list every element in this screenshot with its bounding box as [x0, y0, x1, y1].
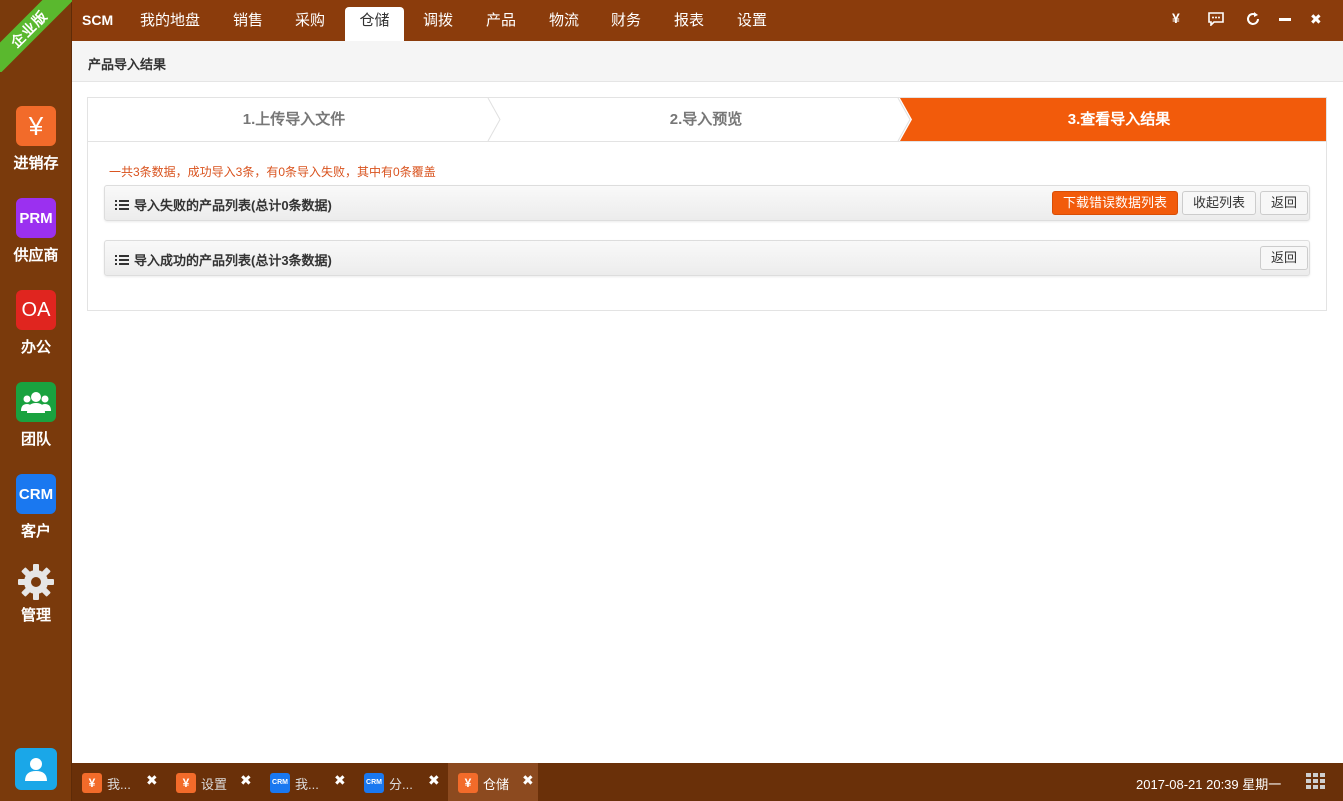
back-button[interactable]: 返回 [1260, 191, 1309, 215]
task-tab[interactable]: CRM 我... ✖ [260, 763, 350, 801]
yen-icon: ¥ [82, 773, 102, 793]
sidebar-item-customer[interactable]: CRM 客户 [0, 474, 72, 541]
gear-icon [16, 562, 56, 602]
sidebar-item-office[interactable]: OA 办公 [0, 290, 72, 357]
tab-finance[interactable]: 财务 [598, 7, 654, 41]
collapse-list-button[interactable]: 收起列表 [1182, 191, 1257, 215]
prm-icon: PRM [16, 198, 56, 238]
sidebar-item-label: 供应商 [13, 247, 59, 264]
tab-warehouse[interactable]: 仓储 [345, 7, 404, 41]
task-label: 分... [389, 777, 413, 792]
oa-icon: OA [16, 290, 56, 330]
back-button[interactable]: 返回 [1260, 246, 1309, 270]
sidebar-item-label: 团队 [20, 431, 51, 448]
yen-icon: ¥ [458, 773, 478, 793]
edition-badge: 企业版 [0, 0, 72, 72]
tab-product[interactable]: 产品 [473, 7, 529, 41]
step-preview: 2.导入预览 [669, 111, 743, 128]
success-panel-label: 导入成功的产品列表(总计3条数据) [134, 253, 332, 268]
task-tab[interactable]: ¥ 设置 ✖ [166, 763, 256, 801]
breadcrumb: 产品导入结果 [72, 41, 1343, 82]
tab-sales[interactable]: 销售 [220, 7, 276, 41]
crm-icon: CRM [270, 773, 290, 793]
tab-reports[interactable]: 报表 [661, 7, 717, 41]
tab-my-desk[interactable]: 我的地盘 [132, 7, 208, 41]
import-summary: 一共3条数据，成功导入3条，有0条导入失败，其中有0条覆盖 [109, 165, 436, 179]
task-label: 我... [295, 777, 319, 792]
top-nav-bar: SCM 我的地盘 销售 采购 仓储 调拨 产品 物流 财务 报表 设置 ¥ ✖ [72, 0, 1343, 41]
crm-icon: CRM [364, 773, 384, 793]
success-panel-title[interactable]: 导入成功的产品列表(总计3条数据) [115, 250, 332, 269]
success-products-panel: 导入成功的产品列表(总计3条数据) 返回 [104, 240, 1310, 276]
main-content: 1.上传导入文件 2.导入预览 3.查看导入结果 一共3条数据，成功导入3条，有… [72, 82, 1343, 763]
yen-icon[interactable]: ¥ [1172, 10, 1180, 26]
edition-ribbon: 企业版 [0, 0, 72, 72]
sidebar-item-label: 进销存 [13, 155, 59, 172]
minimize-icon[interactable] [1279, 18, 1291, 21]
sidebar-item-team[interactable]: 团队 [0, 382, 72, 449]
task-label: 我... [107, 777, 131, 792]
close-icon[interactable]: ✖ [334, 772, 346, 789]
import-result-panel: 1.上传导入文件 2.导入预览 3.查看导入结果 一共3条数据，成功导入3条，有… [87, 97, 1327, 311]
sidebar-item-label: 管理 [20, 607, 51, 624]
tab-logistics[interactable]: 物流 [536, 7, 592, 41]
close-icon[interactable]: ✖ [146, 772, 158, 789]
download-errors-button[interactable]: 下载错误数据列表 [1052, 191, 1179, 215]
task-tab-active[interactable]: ¥ 仓储 ✖ [448, 763, 538, 801]
chat-icon[interactable] [1208, 12, 1224, 29]
crm-icon: CRM [16, 474, 56, 514]
tab-settings[interactable]: 设置 [724, 7, 780, 41]
sidebar-item-label: 客户 [20, 523, 51, 540]
tab-transfer[interactable]: 调拨 [410, 7, 466, 41]
sidebar-item-admin[interactable]: 管理 [0, 562, 72, 625]
sidebar-item-supplier[interactable]: PRM 供应商 [0, 198, 72, 265]
clock: 2017-08-21 20:39 星期一 [1136, 777, 1282, 792]
bottom-taskbar: ¥ 我... ✖ ¥ 设置 ✖ CRM 我... ✖ CRM 分... ✖ ¥ … [72, 763, 1343, 801]
page-title: 产品导入结果 [88, 57, 167, 72]
sidebar-item-inventory[interactable]: ¥ 进销存 [0, 106, 72, 173]
close-icon[interactable]: ✖ [240, 772, 252, 789]
team-icon [16, 382, 56, 422]
list-icon [115, 199, 129, 211]
yen-icon: ¥ [16, 106, 56, 146]
close-icon[interactable]: ✖ [428, 772, 440, 789]
user-icon [15, 748, 57, 790]
user-profile-button[interactable] [0, 748, 72, 790]
failed-panel-label: 导入失败的产品列表(总计0条数据) [134, 198, 332, 213]
list-icon [115, 254, 129, 266]
refresh-icon[interactable] [1246, 12, 1260, 29]
tab-purchase[interactable]: 采购 [282, 7, 338, 41]
sidebar-item-label: 办公 [20, 339, 51, 356]
task-label: 仓储 [483, 777, 510, 792]
close-icon[interactable]: ✖ [522, 772, 534, 789]
failed-panel-title[interactable]: 导入失败的产品列表(总计0条数据) [115, 195, 332, 214]
failed-products-panel: 导入失败的产品列表(总计0条数据) 下载错误数据列表 收起列表 返回 [104, 185, 1310, 221]
step-upload: 1.上传导入文件 [242, 111, 346, 128]
task-tab[interactable]: ¥ 我... ✖ [72, 763, 162, 801]
task-tab[interactable]: CRM 分... ✖ [354, 763, 444, 801]
yen-icon: ¥ [176, 773, 196, 793]
app-sidebar: 企业版 ¥ 进销存 PRM 供应商 OA 办公 团队 CRM 客户 管理 [0, 0, 72, 801]
grid-menu-icon[interactable] [1306, 773, 1328, 791]
brand-label: SCM [82, 12, 114, 28]
wizard-steps: 1.上传导入文件 2.导入预览 3.查看导入结果 [88, 98, 1326, 142]
task-label: 设置 [201, 777, 228, 792]
close-icon[interactable]: ✖ [1310, 11, 1322, 28]
step-result: 3.查看导入结果 [1067, 111, 1171, 128]
